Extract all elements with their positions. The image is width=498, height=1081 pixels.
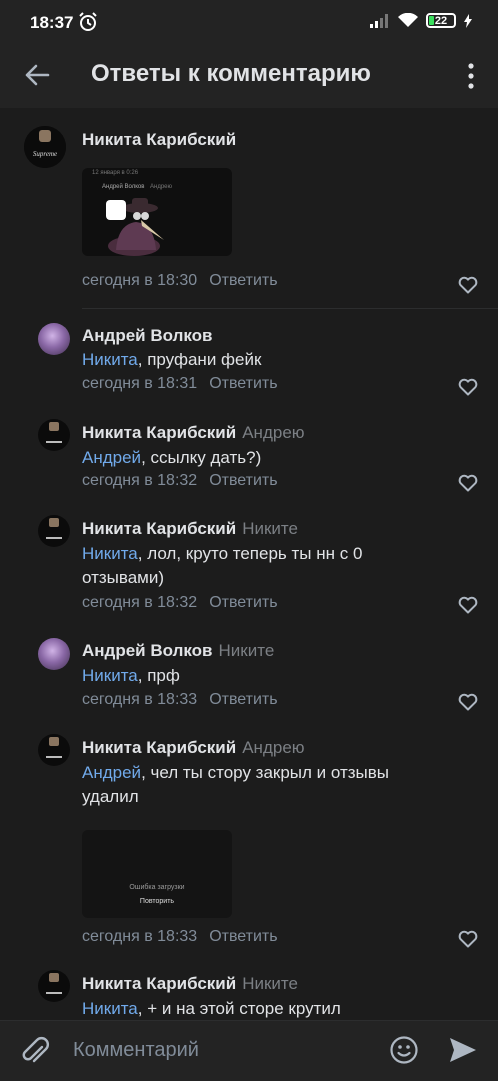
error-text: Ошибка загрузки [129,884,185,891]
comment-time: сегодня в 18:32 [82,594,198,611]
comment-meta: сегодня в 18:33 Ответить [82,691,278,709]
comment-author[interactable]: Андрей Волков [82,326,213,346]
comment-time: сегодня в 18:33 [82,691,198,708]
reply-button[interactable]: Ответить [209,375,277,392]
mention-link[interactable]: Никита [82,666,138,685]
comment-text: Андрей, чел ты стору закрыл и отзывы уда… [82,763,390,806]
comment-author[interactable]: Никита Карибский Никите [82,974,298,994]
charging-icon [464,13,472,28]
image-load-error: Ошибка загрузки Повторить [82,830,232,918]
avatar[interactable] [38,419,70,451]
supreme-logo-icon [46,737,62,758]
avatar[interactable] [38,970,70,1002]
mention-link[interactable]: Андрей [82,763,141,782]
reply-button[interactable]: Ответить [209,691,277,708]
reply-button[interactable]: Ответить [209,928,277,945]
more-options-icon[interactable] [466,62,476,90]
reply-button[interactable]: Ответить [209,472,277,489]
supreme-logo-icon [46,422,62,443]
like-heart-icon[interactable] [458,474,478,492]
reply-button[interactable]: Ответить [209,594,277,611]
attach-paperclip-icon[interactable] [20,1035,50,1067]
comment-input[interactable]: Комментарий [73,1039,199,1062]
like-heart-icon[interactable] [458,596,478,614]
reply-button[interactable]: Ответить [209,272,277,289]
comment-text: Никита, + и на этой сторе крутил [82,999,341,1018]
preview-author: Андрей Волков [102,184,145,190]
comment-author[interactable]: Никита Карибский [82,130,236,150]
battery-icon: 22 [426,13,456,28]
divider [82,308,498,309]
status-indicators: 22 [370,13,472,28]
reply-to-label: Андрею [242,738,305,757]
like-heart-icon[interactable] [458,693,478,711]
comment-text: Никита, пруфани фейк [82,350,262,369]
supreme-logo-icon [46,973,62,994]
preview-date: 12 января в 0:26 [92,170,139,176]
comment-text: Андрей, ссылку дать?) [82,448,262,467]
comments-thread: Supreme Никита Карибский 12 января в 0:2… [0,108,498,1020]
wifi-icon [398,13,418,27]
retry-button[interactable]: Повторить [82,898,232,905]
comment-meta: сегодня в 18:32 Ответить [82,472,278,490]
mention-link[interactable]: Никита [82,350,138,369]
comment-text: Никита, прф [82,666,180,685]
comment-time: сегодня в 18:30 [82,272,198,289]
signal-icon [370,13,388,28]
comment-composer: Комментарий [0,1020,498,1081]
like-heart-icon[interactable] [458,930,478,948]
reply-to-label: Никите [242,974,298,993]
comment-author[interactable]: Никита Карибский Андрею [82,738,305,758]
comment-author[interactable]: Андрей Волков Никите [82,641,274,661]
preview-reply: Андрею [150,184,172,190]
supreme-logo-icon: Supreme [24,126,66,168]
status-bar: 18:37 22 [0,0,498,46]
avatar[interactable]: Supreme [24,126,66,168]
back-arrow-icon[interactable] [22,60,52,90]
avatar[interactable] [38,515,70,547]
comment-time: сегодня в 18:32 [82,472,198,489]
reply-to-label: Никите [218,641,275,660]
svg-text:Supreme: Supreme [33,150,57,158]
alarm-icon [79,12,97,31]
mention-link[interactable]: Андрей [82,448,141,467]
emoji-smile-icon[interactable] [389,1035,419,1065]
comment-meta: сегодня в 18:33 Ответить [82,928,278,946]
reply-to-label: Никите [242,519,298,538]
comment-meta: сегодня в 18:31 Ответить [82,375,278,393]
mention-link[interactable]: Никита [82,999,138,1018]
avatar[interactable] [38,734,70,766]
comment-text: Никита, лол, круто теперь ты нн с 0 отзы… [82,544,363,587]
comment-meta: сегодня в 18:32 Ответить [82,594,278,612]
app-bar: Ответы к комментарию [0,46,498,108]
status-time: 18:37 [30,13,74,32]
avatar[interactable] [38,323,70,355]
supreme-logo-icon [46,518,62,539]
avatar[interactable] [38,638,70,670]
comment-author[interactable]: Никита Карибский Никите [82,519,298,539]
page-title: Ответы к комментарию [91,60,371,87]
send-arrow-icon[interactable] [448,1036,478,1064]
like-heart-icon[interactable] [458,276,478,294]
reply-to-label: Андрею [242,423,305,442]
comment-meta: сегодня в 18:30 Ответить [82,272,278,290]
battery-level: 22 [434,14,448,27]
plague-doctor-sticker-icon [106,198,164,256]
like-heart-icon[interactable] [458,378,478,396]
mention-link[interactable]: Никита [82,544,138,563]
comment-author[interactable]: Никита Карибский Андрею [82,423,305,443]
comment-time: сегодня в 18:33 [82,928,198,945]
comment-time: сегодня в 18:31 [82,375,198,392]
sticker-screenshot-image[interactable]: 12 января в 0:26 Андрей Волков Андрею [82,168,232,256]
